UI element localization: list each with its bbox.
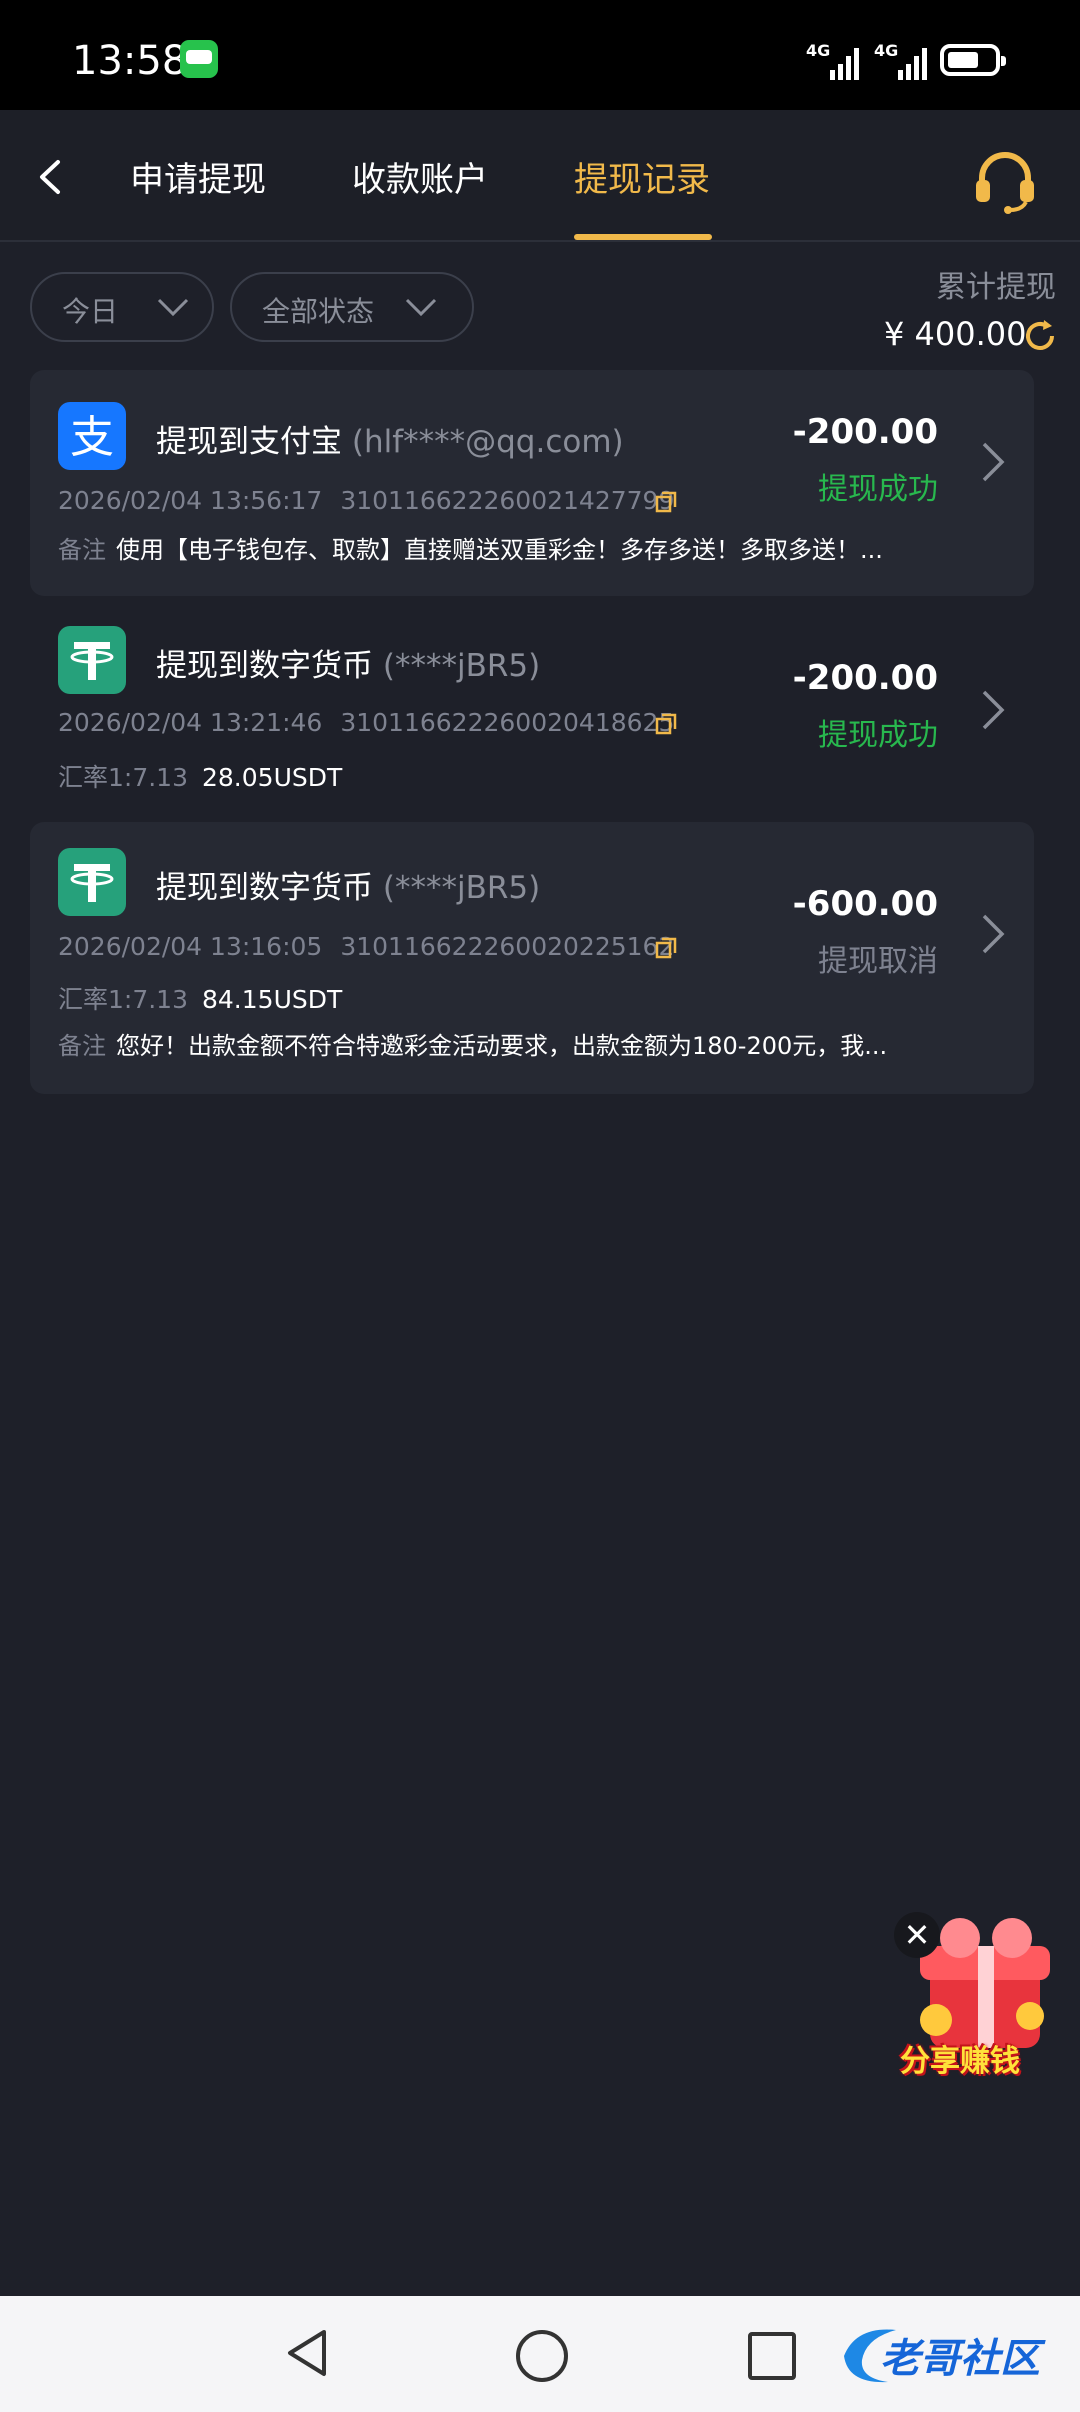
record-order-no: 310116622260021427799 (340, 486, 675, 515)
record-meta: 2026/02/04 13:56:17 310116622260021427799 (58, 486, 674, 515)
chevron-right-icon (982, 442, 1005, 482)
note-text: 使用【电子钱包存、取款】直接赠送双重彩金！多存多送！多取多送！... (116, 536, 883, 564)
copy-icon[interactable] (654, 490, 678, 514)
note-label: 备注 (58, 1032, 106, 1060)
chevron-down-icon (405, 298, 437, 317)
usdt-icon (58, 848, 126, 916)
rate-label: 汇率1:7.13 (58, 763, 188, 792)
signal-icon-2: 4G (874, 41, 927, 80)
record-note: 备注 您好！出款金额不符合特邀彩金活动要求，出款金额为180-200元，我... (58, 1026, 968, 1061)
record-rate: 汇率1:7.13 28.05USDT (58, 758, 342, 794)
record-amount: -600.00 (792, 884, 938, 924)
total-withdraw-amount: ¥ 400.00 (884, 315, 1027, 353)
promo-label: 分享赚钱 (900, 2044, 1020, 2079)
record-amount: -200.00 (792, 412, 938, 452)
record-title: 提现到数字货币 (****jBR5) (156, 640, 540, 685)
app-notification-icon (180, 40, 218, 78)
alipay-icon: 支 (58, 402, 126, 470)
record-time: 2026/02/04 13:16:05 (58, 932, 323, 961)
status-filter[interactable]: 全部状态 (230, 272, 474, 342)
record-title: 提现到数字货币 (****jBR5) (156, 862, 540, 907)
signal-icon: 4G (806, 41, 859, 80)
tab-withdraw-records[interactable]: 提现记录 (574, 152, 710, 201)
system-back-icon[interactable] (284, 2328, 330, 2378)
status-time: 13:58 (72, 38, 188, 84)
record-card-3[interactable]: 提现到数字货币 (****jBR5) 2026/02/04 13:16:05 31… (30, 822, 1034, 1094)
record-meta: 2026/02/04 13:16:05 310116622260020225162 (58, 932, 674, 961)
record-status: 提现成功 (818, 718, 938, 753)
record-channel: 提现到支付宝 (156, 424, 342, 460)
rate-value: 84.15USDT (202, 985, 343, 1014)
rate-label: 汇率1:7.13 (58, 985, 188, 1014)
record-account: (hlf****@qq.com) (351, 424, 624, 460)
header-nav: 申请提现 收款账户 提现记录 (0, 110, 1080, 242)
record-order-no: 310116622260020225162 (340, 932, 675, 961)
total-withdraw-label: 累计提现 (936, 270, 1056, 305)
record-time: 2026/02/04 13:21:46 (58, 708, 323, 737)
note-label: 备注 (58, 536, 106, 564)
record-note: 备注 使用【电子钱包存、取款】直接赠送双重彩金！多存多送！多取多送！... (58, 530, 968, 565)
record-status: 提现成功 (818, 472, 938, 507)
record-amount: -200.00 (792, 658, 938, 698)
status-bar: 13:58 4G 4G (0, 0, 1080, 110)
refresh-icon[interactable] (1022, 318, 1058, 354)
chevron-right-icon (982, 914, 1005, 954)
rate-value: 28.05USDT (202, 763, 343, 792)
svg-text:支: 支 (70, 412, 114, 463)
date-filter-label: 今日 (62, 295, 119, 328)
note-text: 您好！出款金额不符合特邀彩金活动要求，出款金额为180-200元，我... (116, 1032, 888, 1060)
promo-close-button[interactable]: ✕ (894, 1912, 940, 1958)
usdt-icon (58, 626, 126, 694)
status-filter-label: 全部状态 (262, 295, 375, 328)
active-tab-indicator (574, 234, 712, 240)
record-card-1[interactable]: 支 提现到支付宝 (hlf****@qq.com) 2026/02/04 13:… (30, 370, 1034, 596)
watermark-text: 老哥社区 (880, 2336, 1040, 2382)
record-channel: 提现到数字货币 (156, 870, 373, 906)
record-channel: 提现到数字货币 (156, 648, 373, 684)
record-title: 提现到支付宝 (hlf****@qq.com) (156, 416, 624, 461)
record-rate: 汇率1:7.13 84.15USDT (58, 980, 342, 1016)
system-nav-bar: 老哥社区 (0, 2296, 1080, 2412)
record-account: (****jBR5) (382, 870, 541, 906)
date-filter[interactable]: 今日 (30, 272, 214, 342)
system-home-icon[interactable] (516, 2330, 568, 2382)
record-meta: 2026/02/04 13:21:46 310116622260020418625 (58, 708, 674, 737)
record-status: 提现取消 (818, 944, 938, 979)
copy-icon[interactable] (654, 936, 678, 960)
customer-service-icon[interactable] (970, 146, 1040, 216)
record-account: (****jBR5) (382, 648, 541, 684)
tab-payee-accounts[interactable]: 收款账户 (352, 152, 488, 201)
record-time: 2026/02/04 13:56:17 (58, 486, 323, 515)
copy-icon[interactable] (654, 712, 678, 736)
system-recents-icon[interactable] (748, 2332, 796, 2380)
record-order-no: 310116622260020418625 (340, 708, 675, 737)
network-type-1: 4G (806, 41, 830, 60)
chevron-down-icon (157, 298, 189, 317)
tab-apply-withdraw[interactable]: 申请提现 (130, 152, 266, 201)
record-card-2[interactable]: 提现到数字货币 (****jBR5) 2026/02/04 13:21:46 31… (30, 600, 1034, 818)
network-type-2: 4G (874, 41, 898, 60)
back-icon[interactable] (26, 152, 76, 202)
battery-icon (940, 44, 1006, 76)
chevron-right-icon (982, 690, 1005, 730)
